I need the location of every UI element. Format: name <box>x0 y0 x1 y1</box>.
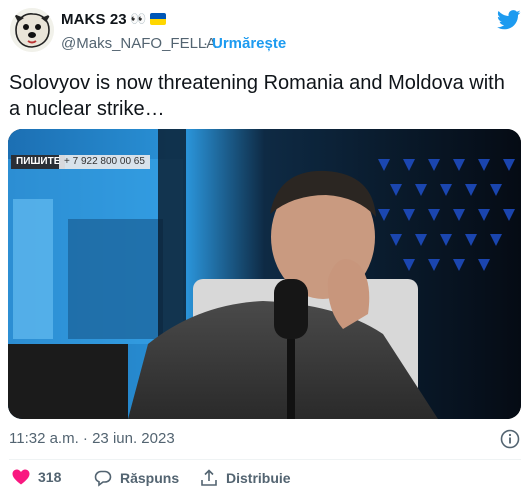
video-overlay-label: ПИШИТЕ <box>11 155 66 169</box>
follow-link[interactable]: Urmărește <box>212 35 286 52</box>
like-count: 318 <box>38 469 62 485</box>
share-button[interactable]: Distribuie <box>200 469 291 487</box>
divider <box>9 459 521 460</box>
separator-dot: · <box>203 35 208 52</box>
eyes-emoji: 👀 <box>130 11 147 26</box>
share-label: Distribuie <box>226 470 291 486</box>
reply-label: Răspuns <box>120 470 180 486</box>
tweet-timestamp[interactable]: 11:32 a.m. · 23 iun. 2023 <box>9 430 175 447</box>
tweet-video[interactable] <box>8 129 521 419</box>
reply-button[interactable]: Răspuns <box>94 469 179 487</box>
author-display-name[interactable]: MAKS 23 <box>61 11 127 28</box>
video-overlay-phone: + 7 922 800 00 65 <box>59 155 150 169</box>
twitter-bird-icon[interactable] <box>496 10 521 30</box>
like-button[interactable]: 318 <box>12 469 61 485</box>
share-icon <box>201 469 217 486</box>
reply-icon <box>94 470 112 487</box>
author-handle[interactable]: @Maks_NAFO_FELLA <box>61 35 216 52</box>
heart-icon <box>12 469 30 485</box>
info-icon[interactable] <box>500 429 520 449</box>
tweet-text: Solovyov is now threatening Romania and … <box>9 72 505 120</box>
ukraine-flag-icon <box>150 13 166 25</box>
avatar[interactable] <box>10 8 54 52</box>
